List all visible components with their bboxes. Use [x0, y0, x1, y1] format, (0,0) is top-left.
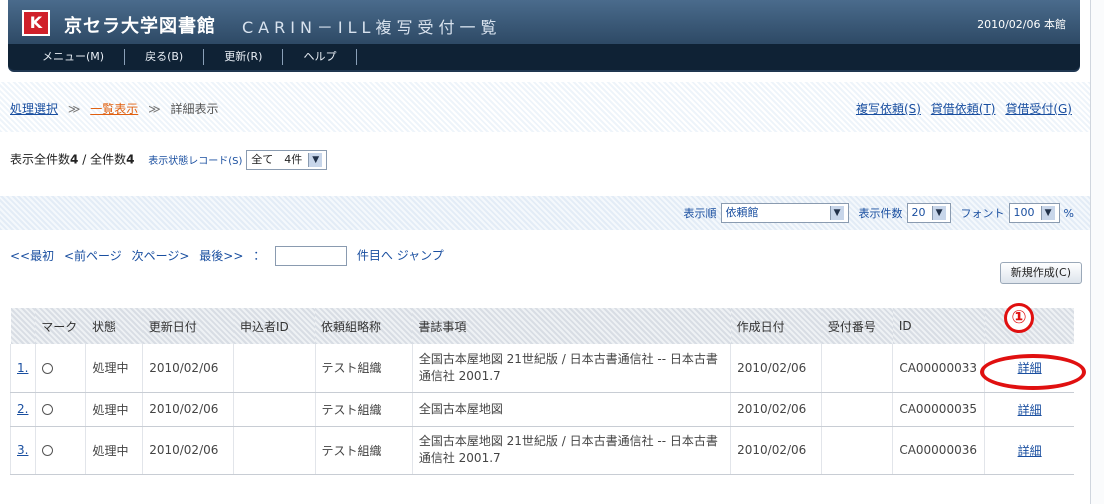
record-counts: 表示全件数4 / 全件数4 表示状態レコード(S) 全て 4件 ▼ [10, 150, 328, 170]
menu-item-back[interactable]: 戻る(B) [125, 49, 205, 65]
menu-item-menu[interactable]: メニュー(M) [8, 49, 126, 65]
record-state-label: 表示状態レコード(S) [148, 155, 243, 167]
chevron-down-icon: ▼ [1040, 206, 1055, 220]
col-id[interactable]: ID [892, 308, 985, 344]
cell-receipt [821, 426, 893, 475]
page-last-link[interactable]: 最後>> [199, 249, 243, 263]
page-size-label: 表示件数 [858, 207, 903, 220]
col-org[interactable]: 依頼組略称 [315, 308, 413, 344]
cell-status: 処理中 [85, 426, 143, 475]
cell-applicant [233, 426, 316, 475]
breadcrumb-bar: 処理選択 ≫ 一覧表示 ≫ 詳細表示 複写依頼(S) 貸借依頼(T) 貸借受付(… [0, 82, 1090, 132]
cell-applicant [233, 392, 316, 427]
cell-status: 処理中 [85, 392, 143, 427]
total-count-label: 全件数 [90, 152, 127, 167]
annotation-highlight-ellipse [980, 354, 1086, 390]
menu-item-refresh[interactable]: 更新(R) [204, 49, 284, 65]
annotation-marker: ① [1004, 303, 1034, 333]
col-created[interactable]: 作成日付 [730, 308, 822, 344]
mark-radio[interactable] [41, 445, 53, 456]
detail-link[interactable]: 詳細 [1018, 403, 1042, 417]
library-name: 京セラ大学図書館 [64, 16, 216, 37]
col-mark[interactable]: マーク [35, 308, 86, 344]
jump-link[interactable]: 件目へ ジャンプ [357, 249, 444, 263]
detail-link[interactable]: 詳細 [1018, 444, 1042, 458]
cell-created: 2010/02/06 [730, 426, 822, 475]
col-number [10, 308, 36, 344]
row-number-link[interactable]: 2. [17, 402, 28, 416]
scrollbar[interactable] [1090, 0, 1104, 504]
page-next-link[interactable]: 次ページ> [132, 249, 190, 263]
cell-status: 処理中 [85, 344, 143, 393]
link-copy-request[interactable]: 複写依頼(S) [856, 102, 921, 116]
request-links: 複写依頼(S) 貸借依頼(T) 貸借受付(G) [850, 100, 1072, 117]
font-unit: % [1063, 206, 1074, 220]
cell-bibliography: 全国古本屋地図 21世紀版 / 日本古書通信社 -- 日本古書通信社 2001.… [411, 344, 731, 393]
request-table: マーク 状態 更新日付 申込者ID 依頼組略称 書誌事項 作成日付 受付番号 I… [10, 308, 1074, 475]
cell-created: 2010/02/06 [730, 392, 822, 427]
kyocera-logo-icon: K [22, 10, 50, 36]
cell-org: テスト組織 [314, 426, 413, 475]
cell-updated: 2010/02/06 [142, 426, 234, 475]
page-title: CARIN－ILL複写受付一覧 [242, 18, 502, 37]
font-size-label: フォント [960, 207, 1005, 220]
link-loan-request[interactable]: 貸借依頼(T) [931, 102, 996, 116]
cell-updated: 2010/02/06 [142, 392, 234, 427]
sort-order-label: 表示順 [683, 207, 717, 220]
breadcrumb-separator: ≫ [148, 102, 161, 116]
menu-bar: メニュー(M) 戻る(B) 更新(R) ヘルプ [8, 44, 1080, 70]
breadcrumb-separator: ≫ [67, 102, 81, 116]
breadcrumb-list-view[interactable]: 一覧表示 [90, 102, 138, 116]
shown-count-value: 4 [70, 152, 79, 167]
table-header-row: マーク 状態 更新日付 申込者ID 依頼組略称 書誌事項 作成日付 受付番号 I… [10, 308, 1074, 344]
mark-radio[interactable] [41, 362, 53, 374]
menu-item-help[interactable]: ヘルプ [283, 49, 358, 65]
cell-id: CA00000033 [892, 344, 985, 393]
page-prev-link[interactable]: <前ページ [64, 249, 122, 263]
cell-updated: 2010/02/06 [142, 344, 234, 393]
col-applicant-id[interactable]: 申込者ID [233, 308, 316, 344]
cell-applicant [233, 344, 316, 393]
chevron-down-icon: ▼ [931, 206, 946, 220]
shown-count-label: 表示全件数 [10, 152, 71, 167]
col-receipt-no[interactable]: 受付番号 [821, 308, 893, 344]
col-status[interactable]: 状態 [85, 308, 143, 344]
page-first-link[interactable]: <<最初 [10, 249, 54, 263]
mark-radio[interactable] [41, 404, 53, 415]
col-updated[interactable]: 更新日付 [142, 308, 234, 344]
cell-org: テスト組織 [314, 392, 413, 427]
link-loan-receive[interactable]: 貸借受付(G) [1005, 102, 1072, 116]
cell-bibliography: 全国古本屋地図 21世紀版 / 日本古書通信社 -- 日本古書通信社 2001.… [411, 426, 731, 475]
cell-receipt [821, 392, 893, 427]
table-row: 1. 処理中 2010/02/06 テスト組織 全国古本屋地図 21世紀版 / … [10, 344, 1074, 393]
breadcrumb-process-select[interactable]: 処理選択 [10, 102, 58, 116]
chevron-down-icon: ▼ [308, 153, 323, 167]
header-date-branch: 2010/02/06 本館 [977, 18, 1066, 31]
cell-receipt [821, 344, 893, 393]
jump-to-input[interactable] [275, 246, 348, 266]
breadcrumb-detail-view: 詳細表示 [170, 102, 219, 116]
chevron-down-icon: ▼ [829, 206, 844, 220]
table-row: 3. 処理中 2010/02/06 テスト組織 全国古本屋地図 21世紀版 / … [10, 426, 1074, 475]
cell-created: 2010/02/06 [730, 344, 822, 393]
display-settings-bar: 表示順 依頼館 ▼ 表示件数 20 ▼ フォント 100 ▼ % [0, 196, 1090, 230]
cell-id: CA00000036 [892, 426, 985, 475]
sort-order-select[interactable]: 依頼館 ▼ [720, 203, 849, 223]
total-count-value: 4 [126, 152, 135, 167]
table-row: 2. 処理中 2010/02/06 テスト組織 全国古本屋地図 2010/02/… [10, 392, 1074, 427]
cell-id: CA00000035 [892, 392, 985, 427]
row-number-link[interactable]: 1. [17, 361, 28, 375]
font-size-select[interactable]: 100 ▼ [1008, 203, 1060, 223]
breadcrumb: 処理選択 ≫ 一覧表示 ≫ 詳細表示 [10, 100, 218, 117]
record-state-select[interactable]: 全て 4件 ▼ [246, 150, 328, 170]
app-header: K 京セラ大学図書館 CARIN－ILL複写受付一覧 2010/02/06 本館… [8, 0, 1080, 72]
display-settings: 表示順 依頼館 ▼ 表示件数 20 ▼ フォント 100 ▼ % [678, 203, 1074, 223]
pagination: <<最初 <前ページ 次ページ> 最後>> ： 件目へ ジャンプ [10, 246, 444, 266]
cell-org: テスト組織 [314, 344, 413, 393]
new-create-button[interactable]: 新規作成(C) [999, 262, 1082, 284]
cell-bibliography: 全国古本屋地図 [411, 392, 731, 427]
row-number-link[interactable]: 3. [17, 443, 28, 457]
page-size-select[interactable]: 20 ▼ [906, 203, 951, 223]
col-bibliography[interactable]: 書誌事項 [412, 308, 731, 344]
